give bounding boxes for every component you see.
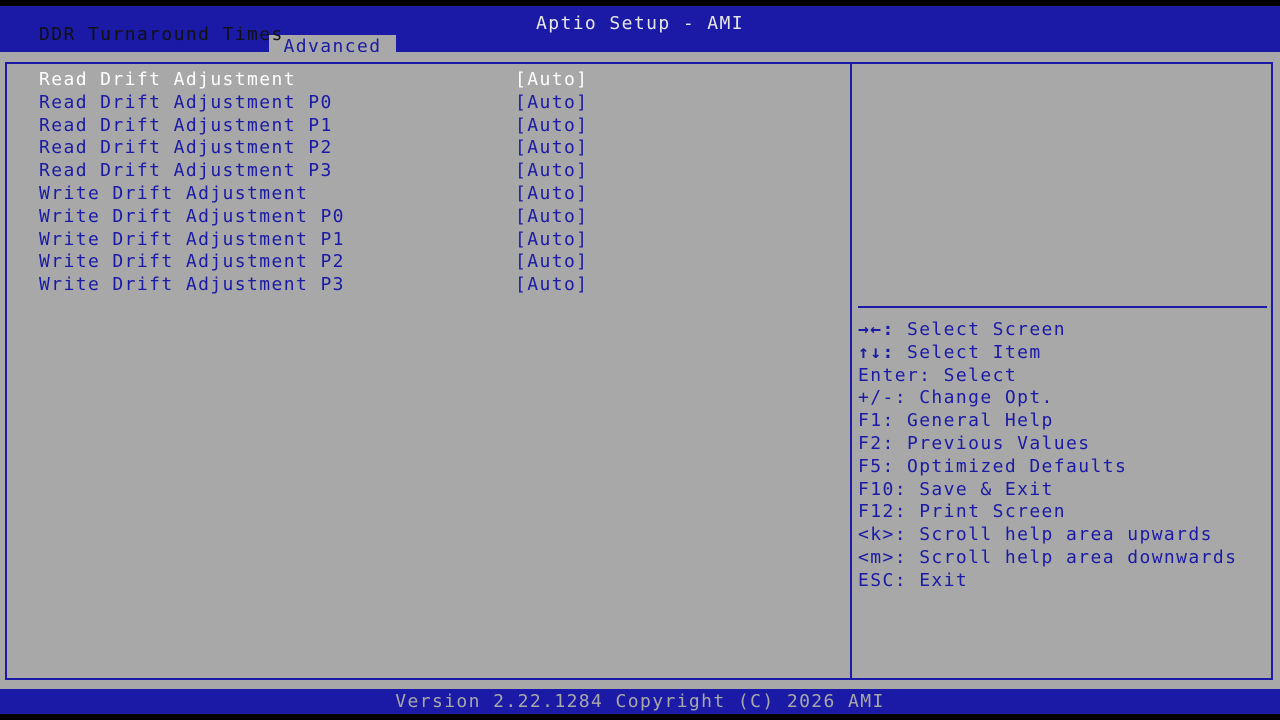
setting-read-drift-adjustment-p2[interactable]: Read Drift Adjustment P2 [Auto] xyxy=(39,137,619,160)
key-hint-optimized-defaults: F5: Optimized Defaults xyxy=(858,456,1237,479)
setting-read-drift-adjustment[interactable]: Read Drift Adjustment [Auto] xyxy=(39,69,619,92)
key-hint-desc: Select xyxy=(931,364,1018,386)
setting-read-drift-adjustment-p3[interactable]: Read Drift Adjustment P3 [Auto] xyxy=(39,160,619,183)
key-hint-desc: Scroll help area upwards xyxy=(906,524,1213,546)
setting-value[interactable]: [Auto] xyxy=(515,229,588,252)
key-hint-desc: Select Item xyxy=(894,341,1042,363)
setting-label: Write Drift Adjustment P1 xyxy=(39,228,345,250)
setting-value[interactable]: [Auto] xyxy=(515,274,588,297)
help-divider xyxy=(858,306,1267,308)
setting-value[interactable]: [Auto] xyxy=(515,69,588,92)
setting-write-drift-adjustment-p1[interactable]: Write Drift Adjustment P1 [Auto] xyxy=(39,229,619,252)
key-hint-desc: Select Screen xyxy=(894,319,1067,340)
setting-label: Read Drift Adjustment P0 xyxy=(39,91,333,113)
key-hint-general-help: F1: General Help xyxy=(858,410,1237,433)
setting-label: Read Drift Adjustment P3 xyxy=(39,160,333,182)
setting-label: Read Drift Adjustment P2 xyxy=(39,137,333,159)
key-hint-key: ESC: xyxy=(858,569,907,591)
key-hint-desc: Optimized Defaults xyxy=(894,455,1128,477)
key-hint-key: +/-: xyxy=(858,387,907,409)
help-description: AUTO - Read Drift Adjustment 0 xyxy=(858,24,1226,45)
setting-label: Write Drift Adjustment P2 xyxy=(39,251,345,273)
setting-value[interactable]: [Auto] xyxy=(515,251,588,274)
key-hint-change-opt: +/-: Change Opt. xyxy=(858,387,1237,410)
setting-label: Read Drift Adjustment P1 xyxy=(39,114,333,136)
key-hint-desc: Change Opt. xyxy=(906,387,1054,409)
key-hint-key: <k>: xyxy=(858,524,907,546)
key-hint-key: F2: xyxy=(858,432,895,454)
setting-write-drift-adjustment-p3[interactable]: Write Drift Adjustment P3 [Auto] xyxy=(39,274,619,297)
key-hint-scroll-down: <m>: Scroll help area downwards xyxy=(858,547,1237,570)
setting-read-drift-adjustment-p1[interactable]: Read Drift Adjustment P1 [Auto] xyxy=(39,115,619,138)
key-hint-save-exit: F10: Save & Exit xyxy=(858,479,1237,502)
key-hint-desc: Previous Values xyxy=(894,432,1091,454)
setting-write-drift-adjustment-p0[interactable]: Write Drift Adjustment P0 [Auto] xyxy=(39,206,619,229)
key-hint-desc: Exit xyxy=(906,569,969,591)
setting-value[interactable]: [Auto] xyxy=(515,115,588,138)
arrows-up-down-icon: ↑↓: xyxy=(858,341,895,363)
setting-write-drift-adjustment-p2[interactable]: Write Drift Adjustment P2 [Auto] xyxy=(39,251,619,274)
key-hint-previous-values: F2: Previous Values xyxy=(858,433,1237,456)
key-hint-desc: Save & Exit xyxy=(906,478,1054,500)
key-hint-select-item: ↑↓: Select Item xyxy=(858,342,1237,365)
key-hint-key: F1: xyxy=(858,410,895,432)
setting-value[interactable]: [Auto] xyxy=(515,183,588,206)
setting-value[interactable]: [Auto] xyxy=(515,92,588,115)
key-hint-key: F12: xyxy=(858,501,907,523)
key-hint-exit: ESC: Exit xyxy=(858,570,1237,593)
key-hint-enter: Enter: Select xyxy=(858,365,1237,388)
setting-label: Write Drift Adjustment P0 xyxy=(39,205,345,227)
key-hint-select-screen: →←: Select Screen xyxy=(858,319,1237,342)
key-hint-key: Enter: xyxy=(858,364,932,386)
setting-value[interactable]: [Auto] xyxy=(515,160,588,183)
key-hint-key: F5: xyxy=(858,455,895,477)
footer-bar: Version 2.22.1284 Copyright (C) 2026 AMI xyxy=(0,689,1280,714)
section-title: DDR Turnaround Times xyxy=(39,24,284,45)
key-hint-scroll-up: <k>: Scroll help area upwards xyxy=(858,524,1237,547)
key-hint-print-screen: F12: Print Screen xyxy=(858,501,1237,524)
arrows-left-right-icon: →←: xyxy=(858,319,895,340)
version-copyright: Version 2.22.1284 Copyright (C) 2026 AMI xyxy=(395,691,885,712)
key-hint-key: F10: xyxy=(858,478,907,500)
setting-read-drift-adjustment-p0[interactable]: Read Drift Adjustment P0 [Auto] xyxy=(39,92,619,115)
setting-value[interactable]: [Auto] xyxy=(515,137,588,160)
settings-list: Read Drift Adjustment [Auto] Read Drift … xyxy=(39,69,619,297)
key-hint-desc: Scroll help area downwards xyxy=(906,546,1238,568)
setting-value[interactable]: [Auto] xyxy=(515,206,588,229)
key-hint-desc: General Help xyxy=(894,410,1054,432)
setting-label: Write Drift Adjustment xyxy=(39,182,309,204)
key-hint-desc: Print Screen xyxy=(906,501,1067,523)
setting-write-drift-adjustment[interactable]: Write Drift Adjustment [Auto] xyxy=(39,183,619,206)
key-legend: →←: Select Screen ↑↓: Select Item Enter:… xyxy=(858,319,1237,593)
setting-label: Read Drift Adjustment xyxy=(39,69,296,90)
key-hint-key: <m>: xyxy=(858,546,907,568)
setting-label: Write Drift Adjustment P3 xyxy=(39,274,345,296)
